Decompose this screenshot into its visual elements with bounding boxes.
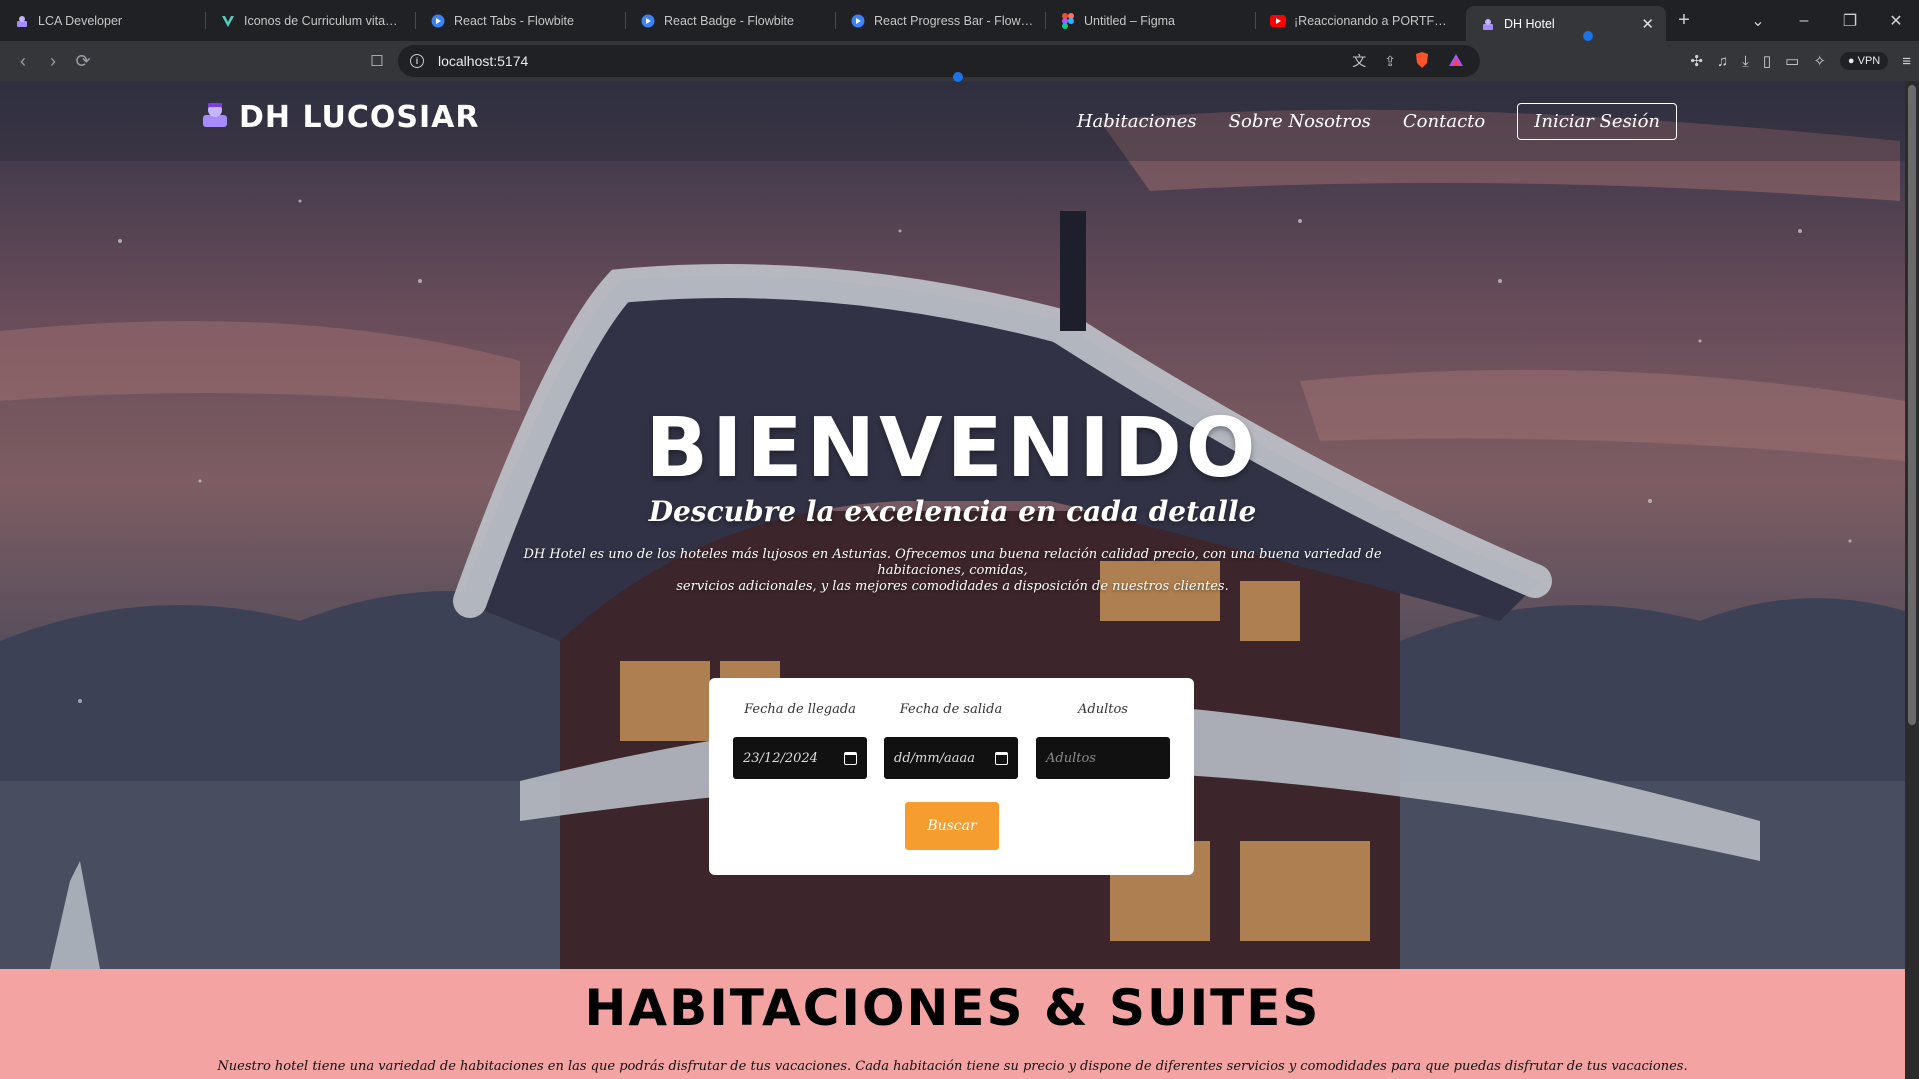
adults-placeholder: Adultos <box>1046 750 1096 766</box>
calendar-icon[interactable] <box>844 751 857 765</box>
purple-logo-icon <box>14 13 30 29</box>
tab-iconos-curriculum[interactable]: Iconos de Curriculum vitae - Ic <box>206 0 416 41</box>
window-controls: ⌄ – ❐ ✕ <box>1735 0 1919 41</box>
hero-description-line-2: servicios adicionales, y las mejores com… <box>676 579 1229 594</box>
logo-text: DH LUCOSIAR <box>239 100 480 135</box>
tab-figma[interactable]: Untitled – Figma <box>1046 0 1256 41</box>
hero-description-line-1: DH Hotel es uno de los hoteles más lujos… <box>523 547 1382 578</box>
rooms-title: HABITACIONES & SUITES <box>584 979 1321 1037</box>
address-bar[interactable]: i localhost:5174 文 ⇪ <box>398 45 1480 77</box>
browser-tab-bar: LCA Developer Iconos de Curriculum vitae… <box>0 0 1919 41</box>
tab-title: React Progress Bar - Flowbite <box>874 13 1034 28</box>
rooms-description: Nuestro hotel tiene una variedad de habi… <box>217 1059 1688 1074</box>
close-tab-icon[interactable]: ✕ <box>1641 15 1654 33</box>
calendar-icon[interactable] <box>995 751 1008 765</box>
hero-description: DH Hotel es uno de los hoteles más lujos… <box>480 547 1425 595</box>
tab-title: React Tabs - Flowbite <box>454 13 574 28</box>
departure-date-field: Fecha de salida dd/mm/aaaa <box>884 702 1018 779</box>
arrival-date-value: 23/12/2024 <box>743 750 818 766</box>
vpn-button[interactable]: ● VPN <box>1839 52 1889 70</box>
tab-title: Untitled – Figma <box>1084 13 1176 28</box>
download-icon[interactable]: ⤓ <box>1742 53 1749 70</box>
page-scrollbar[interactable] <box>1905 81 1919 1079</box>
adults-field: Adultos Adultos <box>1036 702 1170 779</box>
url-text[interactable]: localhost:5174 <box>438 53 528 69</box>
flowbite-icon <box>850 13 866 29</box>
flowbite-icon <box>640 13 656 29</box>
site-info-icon[interactable]: i <box>410 54 424 68</box>
site-navbar: DH LUCOSIAR Habitaciones Sobre Nosotros … <box>0 81 1905 161</box>
tab-title: LCA Developer <box>38 13 123 28</box>
hero-title: BIENVENIDO <box>645 401 1260 496</box>
tab-react-progress-bar[interactable]: React Progress Bar - Flowbite <box>836 0 1046 41</box>
close-window-icon[interactable]: ✕ <box>1873 11 1919 31</box>
minimize-icon[interactable]: – <box>1781 12 1827 30</box>
figma-icon <box>1060 12 1076 29</box>
restore-icon[interactable]: ❐ <box>1827 11 1873 31</box>
search-button[interactable]: Buscar <box>905 802 999 850</box>
purple-logo-icon <box>1480 16 1496 32</box>
adults-label: Adultos <box>1078 702 1128 717</box>
reload-icon[interactable]: ⟳ <box>68 51 98 72</box>
hero-section: DH LUCOSIAR Habitaciones Sobre Nosotros … <box>0 81 1905 969</box>
brave-rewards-icon[interactable] <box>1448 53 1464 70</box>
login-button[interactable]: Iniciar Sesión <box>1517 103 1677 140</box>
tab-react-badge[interactable]: React Badge - Flowbite <box>626 0 836 41</box>
tab-react-tabs[interactable]: React Tabs - Flowbite <box>416 0 626 41</box>
brave-shield-icon[interactable] <box>1414 51 1430 72</box>
page-viewport: DH LUCOSIAR Habitaciones Sobre Nosotros … <box>0 81 1905 1079</box>
forward-icon[interactable]: › <box>38 51 68 72</box>
nav-link-habitaciones[interactable]: Habitaciones <box>1077 111 1197 132</box>
share-icon[interactable]: ⇪ <box>1384 53 1396 70</box>
youtube-icon <box>1270 13 1286 29</box>
cursor-dot <box>953 72 963 82</box>
vuetify-icon <box>220 13 236 29</box>
tab-title: React Badge - Flowbite <box>664 13 794 28</box>
tab-search-icon[interactable]: ⌄ <box>1735 11 1781 31</box>
hero-subtitle: Descubre la excelencia en cada detalle <box>648 495 1257 528</box>
wallet-icon[interactable]: ▭ <box>1785 52 1799 70</box>
hotel-mascot-icon <box>199 99 231 136</box>
tab-title: Iconos de Curriculum vitae - Ic <box>244 13 404 28</box>
vpn-label: VPN <box>1857 55 1881 67</box>
new-tab-icon[interactable]: + <box>1666 9 1702 32</box>
sidebar-icon[interactable]: ▯ <box>1763 52 1771 70</box>
arrival-date-label: Fecha de llegada <box>744 702 856 717</box>
main-menu: Habitaciones Sobre Nosotros Contacto Ini… <box>1077 103 1677 140</box>
tab-lca-developer[interactable]: LCA Developer <box>0 0 206 41</box>
tab-title: DH Hotel <box>1504 16 1555 31</box>
adults-input[interactable]: Adultos <box>1036 737 1170 779</box>
media-icon[interactable]: ♫ <box>1717 53 1728 70</box>
scrollbar-thumb[interactable] <box>1908 85 1916 725</box>
site-logo[interactable]: DH LUCOSIAR <box>199 99 479 136</box>
back-icon[interactable]: ‹ <box>8 51 38 72</box>
departure-date-placeholder: dd/mm/aaaa <box>894 750 976 766</box>
translate-icon[interactable]: 文 <box>1352 51 1366 71</box>
arrival-date-field: Fecha de llegada 23/12/2024 <box>733 702 867 779</box>
arrival-date-input[interactable]: 23/12/2024 <box>733 737 867 779</box>
tab-dh-hotel[interactable]: DH Hotel ✕ <box>1466 6 1666 41</box>
bookmark-icon[interactable]: ☐ <box>362 52 392 70</box>
rooms-section: HABITACIONES & SUITES Nuestro hotel tien… <box>0 969 1905 1079</box>
nav-link-contacto[interactable]: Contacto <box>1403 111 1485 132</box>
extensions-icon[interactable]: ✣ <box>1690 52 1703 70</box>
nav-link-sobre-nosotros[interactable]: Sobre Nosotros <box>1229 111 1371 132</box>
departure-date-label: Fecha de salida <box>899 702 1003 717</box>
cursor-dot <box>1583 31 1593 41</box>
flowbite-icon <box>430 13 446 29</box>
tab-title: ¡Reaccionando a PORTFOLIOS <box>1294 13 1454 28</box>
departure-date-input[interactable]: dd/mm/aaaa <box>884 737 1018 779</box>
tab-youtube[interactable]: ¡Reaccionando a PORTFOLIOS <box>1256 0 1466 41</box>
leo-ai-icon[interactable]: ✧ <box>1813 52 1826 70</box>
booking-form: Fecha de llegada 23/12/2024 Fecha de sal… <box>709 678 1194 875</box>
menu-icon[interactable]: ≡ <box>1902 53 1911 70</box>
